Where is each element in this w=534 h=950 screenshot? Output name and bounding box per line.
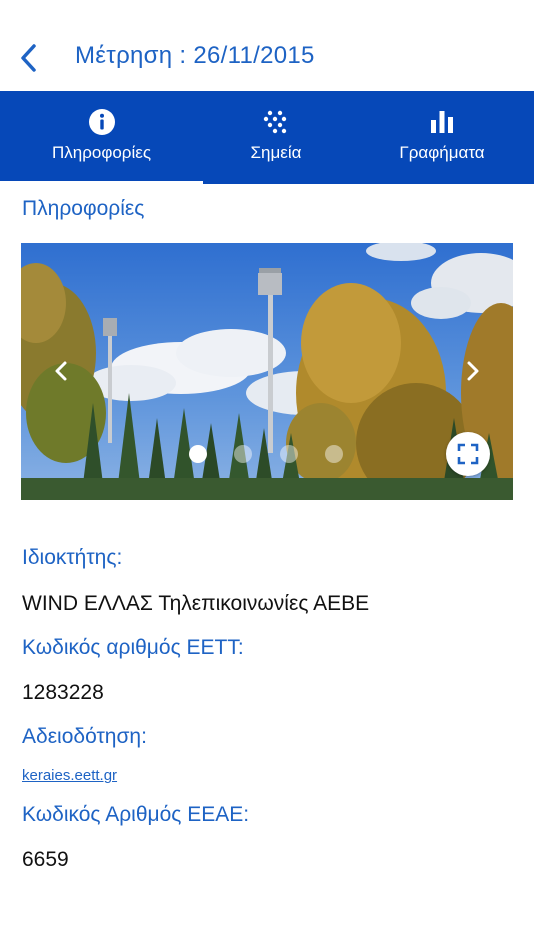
tab-info[interactable]: Πληροφορίες [0, 91, 203, 184]
eett-code-label: Κωδικός αριθμός ΕΕΤΤ: [22, 636, 244, 659]
info-icon [88, 109, 115, 135]
chevron-right-icon [467, 361, 479, 381]
eeae-code-value: 6659 [22, 848, 69, 871]
section-title: Πληροφορίες [22, 197, 145, 220]
eett-code-value: 1283228 [22, 681, 104, 704]
fullscreen-icon [457, 443, 479, 465]
fullscreen-button[interactable] [446, 432, 490, 476]
tab-bar: Πληροφορίες Σημεία Γραφήματα [0, 91, 534, 184]
page-title: Μέτρηση : 26/11/2015 [75, 42, 315, 69]
licensing-label: Αδειοδότηση: [22, 725, 147, 748]
bar-chart-icon [431, 111, 453, 133]
chevron-left-icon [55, 361, 67, 381]
back-button[interactable] [14, 38, 48, 78]
carousel-prev-button[interactable] [49, 356, 75, 386]
owner-label: Ιδιοκτήτης: [22, 546, 123, 569]
active-tab-indicator [0, 181, 203, 184]
tab-info-label: Πληροφορίες [51, 143, 152, 162]
carousel-next-button[interactable] [459, 356, 485, 386]
carousel-dot[interactable] [280, 445, 298, 463]
carousel-dot[interactable] [189, 445, 207, 463]
owner-value: WIND ΕΛΛΑΣ Τηλεπικοινωνίες ΑΕΒΕ [22, 592, 370, 615]
chevron-left-icon [21, 44, 36, 72]
tab-points[interactable]: Σημεία [180, 91, 372, 184]
photo-carousel[interactable] [21, 243, 513, 500]
top-bar: Μέτρηση : 26/11/2015 [0, 0, 534, 91]
licensing-link[interactable]: keraies.eett.gr [22, 767, 117, 784]
tab-charts[interactable]: Γραφήματα [350, 91, 534, 184]
eeae-code-label: Κωδικός Αριθμός ΕΕΑΕ: [22, 803, 250, 826]
antenna-site-photo [21, 243, 513, 500]
tab-points-label: Σημεία [250, 143, 302, 162]
carousel-dot[interactable] [234, 445, 252, 463]
carousel-dot[interactable] [325, 445, 343, 463]
dots-grid-icon [263, 110, 287, 134]
tab-charts-label: Γραφήματα [399, 143, 485, 162]
